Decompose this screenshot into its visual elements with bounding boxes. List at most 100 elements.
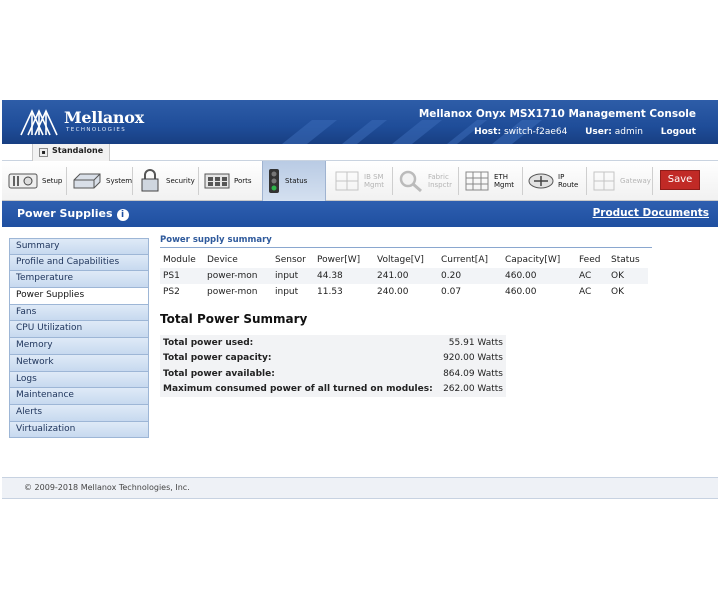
system-icon [73,173,101,189]
save-button[interactable]: Save [660,170,700,190]
toolbar-ib-sm-mgmt[interactable]: IB SM Mgmt [330,161,388,201]
logout-link[interactable]: Logout [661,127,696,137]
table-cell: 44.38 [317,271,343,281]
user-label: User: [585,127,612,137]
table-cell: input [275,287,299,297]
sidebar-item-maintenance[interactable]: Maintenance [9,388,149,405]
lock-icon [141,169,159,192]
table-cell: 241.00 [377,271,409,281]
logo-mark-icon [20,109,58,136]
sidebar-item-network[interactable]: Network [9,354,149,372]
total-value: 920.00 Watts [443,353,503,364]
sidebar-item-summary[interactable]: Summary [9,238,149,255]
toolbar-label: Status [285,177,308,185]
page-title: Power Supplies [17,207,113,220]
copyright-text: © 2009-2018 Mellanox Technologies, Inc. [24,483,190,492]
user-value: admin [614,127,643,137]
toolbar-system[interactable]: System [68,161,136,201]
header-decoration [282,120,542,144]
toolbar-eth-mgmt[interactable]: ETH Mgmt [460,161,518,201]
main-panel: Power supply summary Module Device Senso… [160,235,652,397]
power-supply-table: Module Device Sensor Power[W] Voltage[V]… [160,252,648,300]
total-label: Total power used: [163,337,254,348]
content-area: Summary Profile and Capabilities Tempera… [2,227,718,477]
table-cell: power-mon [207,287,258,297]
eth-icon [465,171,489,191]
total-label: Maximum consumed power of all turned on … [163,384,433,395]
section-heading: Power supply summary [160,235,652,248]
table-cell: power-mon [207,271,258,281]
toolbar-label: Setup [42,177,63,185]
table-row: PS1 power-mon input 44.38 241.00 0.20 46… [160,268,648,284]
sidebar-item-logs[interactable]: Logs [9,371,149,389]
top-header: Mellanox TECHNOLOGIES Mellanox Onyx MSX1… [2,100,718,144]
toolbar-label: IP Route [558,173,579,189]
table-cell: AC [579,287,592,297]
brand-name: Mellanox [64,108,144,127]
toolbar-label: IB SM Mgmt [364,173,385,189]
page-title-bar: Power Supplies i Product Documents [2,201,718,227]
total-value: 262.00 Watts [443,384,503,395]
toolbar-label: System [106,177,133,185]
toolbar-label: Gateway [620,177,651,185]
sidebar-item-fans[interactable]: Fans [9,304,149,322]
sidebar-item-cpu-utilization[interactable]: CPU Utilization [9,321,149,339]
toolbar-label: ETH Mgmt [494,173,515,189]
toolbar-status[interactable]: Status [262,161,326,201]
total-row: Maximum consumed power of all turned on … [160,381,506,397]
table-cell: OK [611,271,624,281]
host-label: Host: [474,127,502,137]
toolbar-ip-route[interactable]: IP Route [524,161,582,201]
total-row: Total power available: 864.09 Watts [160,366,506,382]
table-row: PS2 power-mon input 11.53 240.00 0.07 46… [160,284,648,300]
standalone-mode[interactable]: ▪ Standalone [32,144,111,161]
column-header: Status [611,255,640,265]
console-title: Mellanox Onyx MSX1710 Management Console [418,108,696,120]
total-row: Total power capacity: 920.00 Watts [160,350,506,366]
toolbar-fabric-inspector[interactable]: Fabric Inspctr [394,161,456,201]
total-label: Total power available: [163,368,275,379]
toolbar-gateway[interactable]: Gateway [588,161,655,201]
total-power-title: Total Power Summary [160,312,308,326]
brand-sub: TECHNOLOGIES [66,127,127,133]
mellanox-logo: Mellanox TECHNOLOGIES [20,106,144,138]
column-header: Feed [579,255,601,265]
table-cell: 240.00 [377,287,409,297]
sidebar-item-temperature[interactable]: Temperature [9,271,149,289]
ib-sm-icon [335,171,359,191]
info-icon[interactable]: i [116,209,129,221]
page-title-wrap: Power Supplies i [17,207,129,221]
table-cell: PS1 [163,271,180,281]
column-header: Device [207,255,238,265]
sidebar-item-memory[interactable]: Memory [9,338,149,355]
column-header: Sensor [275,255,306,265]
gateway-icon [593,171,615,191]
table-cell: 0.20 [441,271,462,281]
sidebar-item-virtualization[interactable]: Virtualization [9,421,149,439]
table-header-row: Module Device Sensor Power[W] Voltage[V]… [160,252,648,268]
column-header: Voltage[V] [377,255,424,265]
total-value: 55.91 Watts [448,337,503,348]
toolbar-security[interactable]: Security [134,161,199,201]
sidebar-item-power-supplies[interactable]: Power Supplies [9,288,149,305]
sidebar-item-profile-capabilities[interactable]: Profile and Capabilities [9,254,149,272]
table-cell: 0.07 [441,287,462,297]
status-sidebar: Summary Profile and Capabilities Tempera… [9,238,149,439]
table-cell: OK [611,287,624,297]
sidebar-item-alerts[interactable]: Alerts [9,404,149,422]
product-documents-link[interactable]: Product Documents [593,207,709,219]
toolbar-label: Ports [234,177,252,185]
table-cell: 11.53 [317,287,343,297]
ports-icon [204,173,230,189]
traffic-light-icon [269,169,279,193]
column-header: Module [163,255,196,265]
setup-icon [8,173,38,189]
total-label: Total power capacity: [163,353,272,364]
column-header: Capacity[W] [505,255,561,265]
column-header: Current[A] [441,255,488,265]
total-value: 864.09 Watts [443,368,503,379]
toolbar-ports[interactable]: Ports [200,161,256,201]
magnifier-icon [399,170,422,193]
total-row: Total power used: 55.91 Watts [160,335,506,351]
toolbar-setup[interactable]: Setup [4,161,66,201]
